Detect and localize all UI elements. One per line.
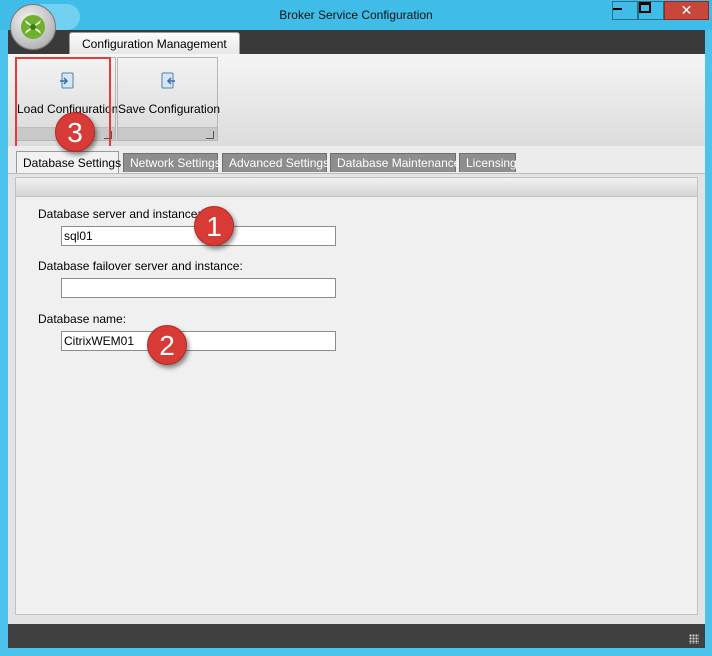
failover-server-label: Database failover server and instance: <box>38 259 243 273</box>
load-config-icon <box>60 72 74 89</box>
ribbon-tab-row: Configuration Management <box>8 30 705 55</box>
tab-database-settings[interactable]: Database Settings <box>16 151 121 174</box>
save-configuration-label: Save Configuration <box>118 102 221 116</box>
close-button[interactable]: ✕ <box>664 1 709 20</box>
annotation-badge-2: 2 <box>147 325 187 365</box>
close-icon: ✕ <box>680 2 693 19</box>
ribbon-panel: Load Configuration Save Configuration <box>8 54 705 147</box>
group-footer <box>118 127 217 140</box>
app-menu-orb-icon[interactable] <box>10 4 56 50</box>
maximize-icon <box>639 2 651 13</box>
failover-server-input[interactable] <box>61 278 336 298</box>
database-name-input[interactable] <box>61 331 336 351</box>
dialog-launcher-icon[interactable] <box>206 131 214 139</box>
save-config-icon <box>161 72 175 89</box>
minimize-button[interactable] <box>612 1 638 20</box>
tab-database-maintenance[interactable]: Database Maintenance <box>330 153 460 172</box>
dialog-launcher-icon[interactable] <box>104 131 112 139</box>
tab-network-settings[interactable]: Network Settings <box>123 153 221 172</box>
ribbon-tab-configuration-management[interactable]: Configuration Management <box>69 32 240 55</box>
database-name-label: Database name: <box>38 312 127 326</box>
annotation-badge-1: 1 <box>194 206 234 246</box>
resize-grip-icon[interactable] <box>689 634 699 644</box>
annotation-badge-3: 3 <box>55 112 95 152</box>
save-configuration-button[interactable]: Save Configuration <box>117 57 221 141</box>
tab-advanced-settings[interactable]: Advanced Settings <box>222 153 329 172</box>
status-bar <box>8 624 705 648</box>
tab-licensing[interactable]: Licensing <box>459 153 517 172</box>
maximize-button[interactable] <box>638 1 664 20</box>
window-title: Broker Service Configuration <box>279 8 433 22</box>
database-server-label: Database server and instance: <box>38 207 201 221</box>
minimize-icon <box>613 8 622 10</box>
panel-header <box>16 178 697 197</box>
